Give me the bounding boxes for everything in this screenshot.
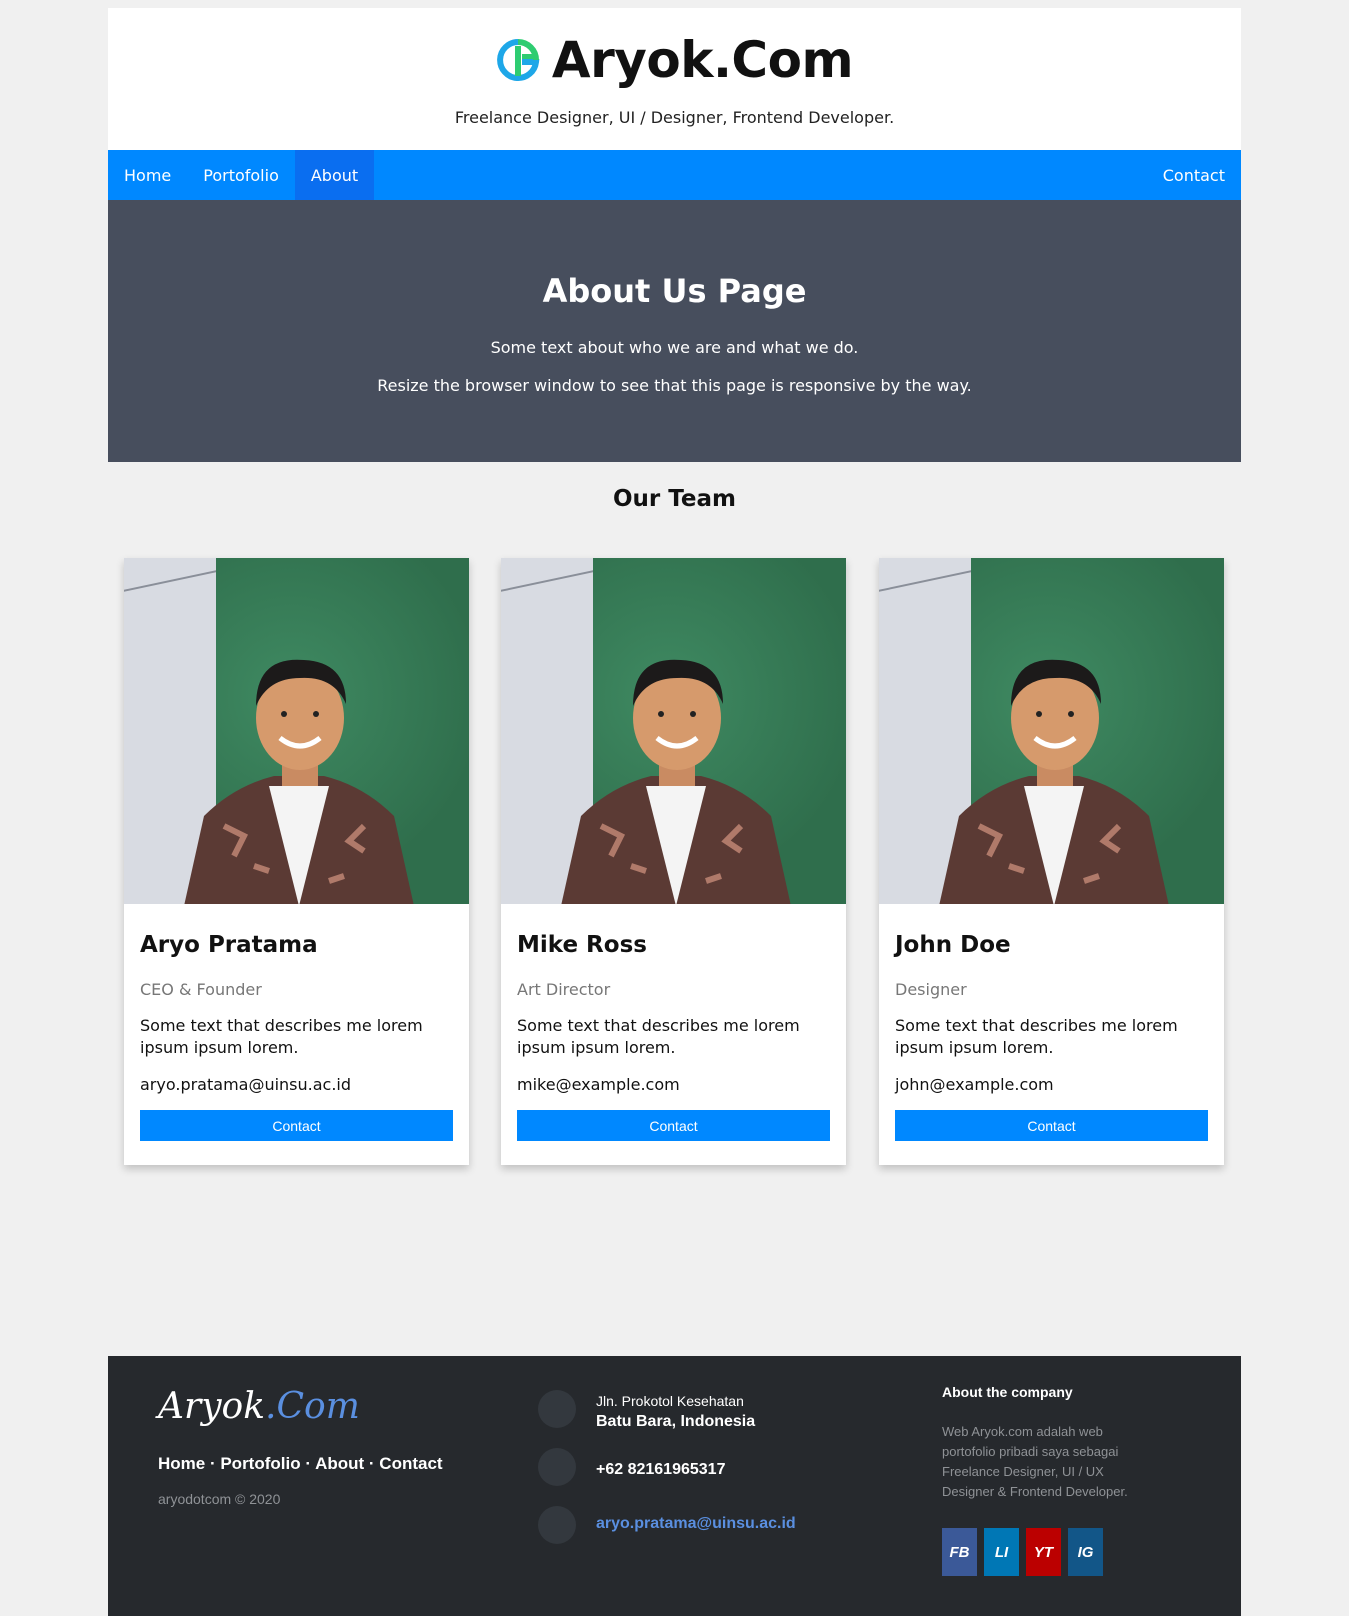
footer-copyright: aryodotcom © 2020 xyxy=(158,1491,281,1507)
card-body: Mike Ross Art Director Some text that de… xyxy=(501,930,846,1141)
team-card: John Doe Designer Some text that describ… xyxy=(879,558,1224,1165)
team-card: Mike Ross Art Director Some text that de… xyxy=(501,558,846,1165)
footer-link-home[interactable]: Home xyxy=(158,1454,205,1473)
team-cards: Aryo Pratama CEO & Founder Some text tha… xyxy=(108,534,1241,1356)
instagram-icon[interactable]: IG xyxy=(1068,1528,1103,1576)
footer-links: Home · Portofolio · About · Contact xyxy=(158,1454,443,1474)
member-description: Some text that describes me lorem ipsum … xyxy=(140,1016,423,1057)
footer-logo-main: Aryok xyxy=(158,1386,266,1427)
hero: About Us Page Some text about who we are… xyxy=(108,200,1241,462)
youtube-icon[interactable]: YT xyxy=(1026,1528,1061,1576)
about-text: Web Aryok.com adalah web portofolio prib… xyxy=(942,1424,1128,1499)
brand[interactable]: Aryok.Com xyxy=(108,30,1241,90)
card-body: Aryo Pratama CEO & Founder Some text tha… xyxy=(124,930,469,1141)
phone-icon xyxy=(538,1448,576,1486)
main-nav: Home Portofolio About Contact xyxy=(108,150,1241,200)
member-photo xyxy=(501,558,846,904)
page: Aryok.Com Freelance Designer, UI / Desig… xyxy=(108,8,1241,1616)
member-name: John Doe xyxy=(895,932,1011,958)
team-title: Our Team xyxy=(613,486,736,512)
hero-title: About Us Page xyxy=(542,272,807,310)
footer-link-separator: · xyxy=(364,1454,380,1473)
hero-text-1: Some text about who we are and what we d… xyxy=(490,338,859,357)
footer-link-about[interactable]: About xyxy=(315,1454,364,1473)
address-line2: Batu Bara, Indonesia xyxy=(596,1413,756,1430)
footer-link-separator: · xyxy=(300,1454,316,1473)
linkedin-icon[interactable]: LI xyxy=(984,1528,1019,1576)
contact-button[interactable]: Contact xyxy=(517,1110,830,1141)
hero-text-2: Resize the browser window to see that th… xyxy=(377,376,972,395)
nav-about[interactable]: About xyxy=(294,150,375,200)
site-header: Aryok.Com Freelance Designer, UI / Desig… xyxy=(108,8,1241,150)
footer-email-link[interactable]: aryo.pratama@uinsu.ac.id xyxy=(596,1515,796,1532)
member-description: Some text that describes me lorem ipsum … xyxy=(895,1016,1178,1057)
address-line1: Jln. Prokotol Kesehatan xyxy=(596,1393,744,1409)
nav-contact[interactable]: Contact xyxy=(1147,150,1241,200)
person-image xyxy=(184,659,414,904)
member-role: Designer xyxy=(895,980,967,999)
map-marker-icon xyxy=(538,1390,576,1428)
footer-link-contact[interactable]: Contact xyxy=(379,1454,442,1473)
nav-spacer xyxy=(374,150,1147,200)
tagline: Freelance Designer, UI / Designer, Front… xyxy=(454,108,895,127)
phone-number: +62 82161965317 xyxy=(596,1461,726,1478)
social-links: FB LI YT IG xyxy=(942,1528,1142,1576)
footer-logo[interactable]: Aryok.Com xyxy=(158,1386,360,1427)
card-body: John Doe Designer Some text that describ… xyxy=(879,930,1224,1141)
site-title: Aryok.Com xyxy=(551,31,854,89)
member-description: Some text that describes me lorem ipsum … xyxy=(517,1016,800,1057)
team-card: Aryo Pratama CEO & Founder Some text tha… xyxy=(124,558,469,1165)
site-footer: Aryok.Com Home · Portofolio · About · Co… xyxy=(108,1356,1241,1616)
nav-home[interactable]: Home xyxy=(108,150,187,200)
member-email: john@example.com xyxy=(895,1075,1054,1094)
nav-portofolio[interactable]: Portofolio xyxy=(187,150,295,200)
footer-link-separator: · xyxy=(205,1454,221,1473)
footer-about: About the company Web Aryok.com adalah w… xyxy=(942,1384,1142,1576)
facebook-icon[interactable]: FB xyxy=(942,1528,977,1576)
envelope-icon xyxy=(538,1506,576,1544)
logo-icon xyxy=(497,39,540,81)
member-name: Mike Ross xyxy=(517,932,647,958)
member-name: Aryo Pratama xyxy=(140,932,318,958)
member-role: Art Director xyxy=(517,980,611,999)
about-title: About the company xyxy=(942,1384,1073,1400)
member-photo xyxy=(879,558,1224,904)
person-image xyxy=(939,659,1169,904)
member-role: CEO & Founder xyxy=(140,980,262,999)
footer-logo-accent: .Com xyxy=(265,1386,360,1427)
contact-button[interactable]: Contact xyxy=(140,1110,453,1141)
person-image xyxy=(561,659,791,904)
contact-button[interactable]: Contact xyxy=(895,1110,1208,1141)
member-email: mike@example.com xyxy=(517,1075,680,1094)
member-email: aryo.pratama@uinsu.ac.id xyxy=(140,1075,352,1094)
member-photo xyxy=(124,558,469,904)
footer-link-portofolio[interactable]: Portofolio xyxy=(220,1454,300,1473)
